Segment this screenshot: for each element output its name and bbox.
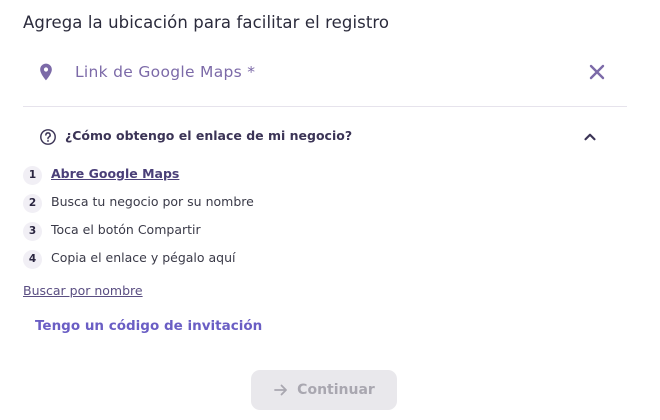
invitation-code-link[interactable]: Tengo un código de invitación: [35, 318, 262, 334]
continue-label: Continuar: [297, 382, 375, 398]
step-number: 2: [23, 194, 42, 213]
close-icon[interactable]: [587, 62, 607, 82]
map-pin-icon: [36, 60, 56, 84]
continue-button[interactable]: Continuar: [251, 370, 397, 410]
open-google-maps-link[interactable]: Abre Google Maps: [51, 166, 179, 181]
google-maps-link-field: [23, 48, 627, 107]
help-accordion-toggle[interactable]: ¿Cómo obtengo el enlace de mi negocio?: [23, 122, 613, 152]
step-number: 3: [23, 222, 42, 241]
google-maps-link-input[interactable]: [75, 60, 555, 84]
step-text: Busca tu negocio por su nombre: [51, 194, 254, 209]
step-text: Copia el enlace y pégalo aquí: [51, 250, 236, 265]
question-circle-icon: [39, 128, 57, 146]
step-text: Toca el botón Compartir: [51, 222, 201, 237]
page-title: Agrega la ubicación para facilitar el re…: [23, 13, 390, 32]
chevron-up-icon[interactable]: [581, 128, 599, 146]
help-question: ¿Cómo obtengo el enlace de mi negocio?: [65, 128, 353, 143]
arrow-right-icon: [274, 384, 288, 396]
step-number: 1: [23, 166, 42, 185]
step-number: 4: [23, 250, 42, 269]
search-by-name-link[interactable]: Buscar por nombre: [23, 283, 143, 298]
